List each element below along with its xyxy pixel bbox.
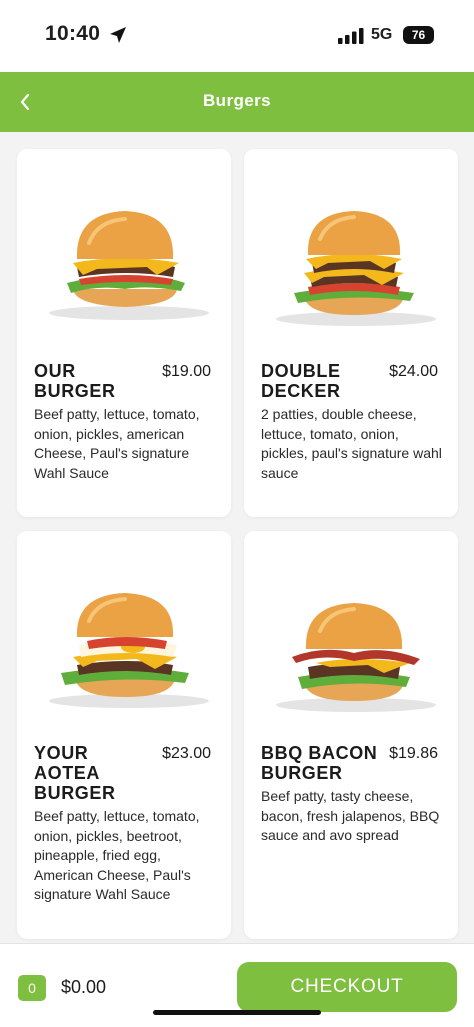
product-name: BBQ BACON BURGER bbox=[261, 743, 378, 783]
product-description: Beef patty, tasty cheese, bacon, fresh j… bbox=[261, 788, 440, 843]
burger-image bbox=[276, 603, 436, 712]
product-card-double-decker[interactable]: DOUBLE DECKER $24.00 2 patties, double c… bbox=[244, 149, 458, 517]
location-arrow-icon bbox=[110, 27, 126, 43]
product-card-bbq-bacon-burger[interactable]: BBQ BACON BURGER $19.86 Beef patty, tast… bbox=[244, 531, 458, 939]
product-name: OUR BURGER bbox=[34, 361, 116, 401]
product-name: DOUBLE DECKER bbox=[261, 361, 341, 401]
status-time: 10:40 bbox=[45, 22, 101, 45]
home-indicator bbox=[153, 1010, 321, 1015]
burger-image bbox=[276, 211, 436, 326]
burger-image bbox=[49, 211, 209, 320]
cart-total: $0.00 bbox=[61, 977, 107, 997]
product-card-our-burger[interactable]: OUR BURGER $19.00 Beef patty, lettuce, t… bbox=[17, 149, 231, 517]
cart-count-badge: 0 bbox=[18, 975, 46, 1001]
signal-bars-icon bbox=[338, 28, 364, 44]
product-price: $19.86 bbox=[389, 745, 438, 762]
network-label: 5G bbox=[371, 26, 393, 43]
header-bar: Burgers bbox=[0, 72, 474, 132]
page-title: Burgers bbox=[203, 91, 271, 110]
burger-image bbox=[49, 593, 209, 708]
product-name: YOUR AOTEA BURGER bbox=[34, 743, 116, 803]
status-bar: 10:40 5G 76 bbox=[0, 0, 474, 72]
product-price: $24.00 bbox=[389, 363, 438, 380]
product-description: 2 patties, double cheese, lettuce, tomat… bbox=[261, 406, 442, 481]
product-description: Beef patty, lettuce, tomato, onion, pick… bbox=[34, 808, 200, 902]
product-description: Beef patty, lettuce, tomato, onion, pick… bbox=[34, 406, 200, 481]
product-price: $23.00 bbox=[162, 745, 211, 762]
product-price: $19.00 bbox=[162, 363, 211, 380]
product-card-your-aotea-burger[interactable]: YOUR AOTEA BURGER $23.00 Beef patty, let… bbox=[17, 531, 231, 939]
checkout-button[interactable]: CHECKOUT bbox=[237, 962, 457, 1012]
battery-indicator: 76 bbox=[403, 26, 434, 44]
